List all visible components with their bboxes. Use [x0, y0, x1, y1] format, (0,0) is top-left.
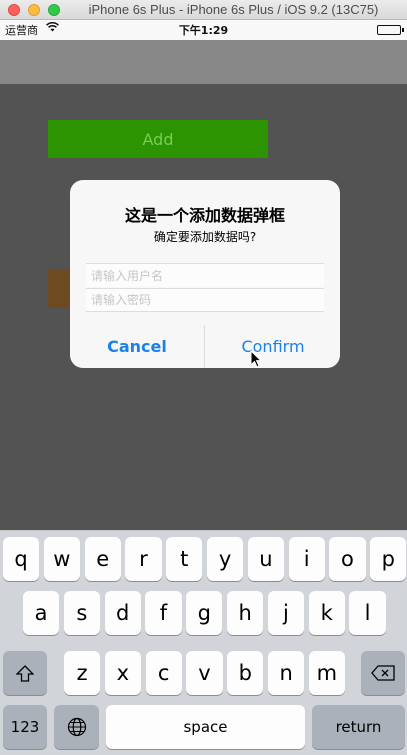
key-p[interactable]: p [370, 537, 407, 581]
status-time: 下午1:29 [178, 24, 229, 37]
key-x[interactable]: x [104, 651, 141, 695]
key-l[interactable]: l [349, 591, 386, 635]
key-d[interactable]: d [104, 591, 141, 635]
key-y[interactable]: y [207, 537, 244, 581]
shift-key[interactable] [3, 651, 47, 695]
cancel-button[interactable]: Cancel [70, 325, 205, 368]
add-button[interactable]: Add [48, 120, 268, 158]
confirm-button[interactable]: Confirm [206, 325, 340, 368]
alert-dialog: 这是一个添加数据弹框 确定要添加数据吗? Cancel Confirm [70, 180, 340, 368]
key-k[interactable]: k [308, 591, 345, 635]
space-key[interactable]: space [106, 705, 305, 749]
key-i[interactable]: i [288, 537, 325, 581]
key-o[interactable]: o [329, 537, 366, 581]
key-a[interactable]: a [23, 591, 60, 635]
alert-title: 这是一个添加数据弹框 [124, 206, 285, 225]
key-g[interactable]: g [186, 591, 223, 635]
key-r[interactable]: r [125, 537, 162, 581]
minimize-window-button[interactable] [28, 4, 40, 16]
password-field[interactable] [86, 288, 324, 312]
return-key[interactable]: return [312, 705, 405, 749]
username-field[interactable] [86, 263, 324, 287]
key-f[interactable]: f [145, 591, 182, 635]
key-s[interactable]: s [63, 591, 100, 635]
key-w[interactable]: w [43, 537, 80, 581]
battery-icon [377, 25, 404, 35]
backspace-icon [371, 665, 395, 681]
key-v[interactable]: v [186, 651, 223, 695]
globe-icon [67, 717, 86, 737]
key-h[interactable]: h [227, 591, 264, 635]
keyboard: qwertyuiop asdfghjkl zxcvbnm 123 space r… [0, 530, 407, 755]
backspace-key[interactable] [361, 651, 405, 695]
key-u[interactable]: u [247, 537, 284, 581]
key-t[interactable]: t [166, 537, 203, 581]
shift-icon [16, 664, 34, 682]
key-b[interactable]: b [227, 651, 264, 695]
key-j[interactable]: j [267, 591, 304, 635]
navigation-bar [0, 40, 407, 84]
numbers-key[interactable]: 123 [3, 705, 47, 749]
globe-key[interactable] [54, 705, 99, 749]
key-e[interactable]: e [84, 537, 121, 581]
alert-message: 确定要添加数据吗? [153, 230, 257, 244]
status-bar: 运营商 下午1:29 [0, 20, 407, 40]
zoom-window-button[interactable] [48, 4, 60, 16]
key-q[interactable]: q [3, 537, 40, 581]
key-c[interactable]: c [145, 651, 182, 695]
window-title: iPhone 6s Plus - iPhone 6s Plus / iOS 9.… [88, 2, 379, 17]
simulator-title-bar: iPhone 6s Plus - iPhone 6s Plus / iOS 9.… [0, 0, 407, 20]
key-z[interactable]: z [64, 651, 101, 695]
key-n[interactable]: n [268, 651, 305, 695]
mouse-pointer-icon [250, 350, 262, 368]
close-window-button[interactable] [8, 4, 20, 16]
key-m[interactable]: m [308, 651, 345, 695]
